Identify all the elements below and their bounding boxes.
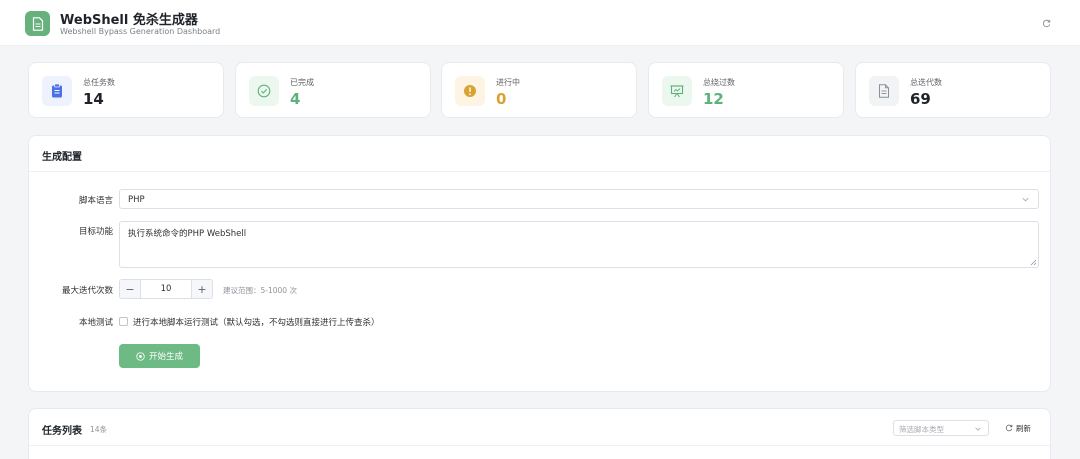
filter-placeholder: 筛选脚本类型 [899, 425, 944, 434]
decrement-button[interactable]: − [120, 280, 141, 298]
stat-value: 14 [83, 90, 104, 108]
iterations-value[interactable]: 10 [141, 284, 191, 294]
local-test-text[interactable]: 进行本地脚本运行测试（默认勾选，不勾选则直接进行上传查杀） [133, 316, 380, 328]
stat-label: 总绕过数 [703, 78, 735, 87]
script-type-filter[interactable]: 筛选脚本类型 [893, 420, 989, 436]
language-select[interactable]: PHP [119, 189, 1039, 209]
language-label: 脚本语言 [78, 196, 113, 206]
document-icon [879, 84, 889, 98]
refresh-icon [1005, 424, 1013, 432]
stat-icon-box [42, 76, 72, 106]
iterations-stepper[interactable]: − 10 + [119, 279, 213, 299]
resize-grip-icon[interactable] [1030, 259, 1037, 266]
config-header: 生成配置 [29, 136, 1050, 172]
stat-icon-box [662, 76, 692, 106]
stat-label: 已完成 [290, 78, 314, 87]
iterations-label: 最大迭代次数 [61, 286, 113, 296]
generation-config-panel: 生成配置 脚本语言 PHP 目标功能 执行系统命令的PHP WebShell 最… [28, 135, 1051, 392]
stat-card-total-tasks: 总任务数 14 [28, 62, 224, 118]
stat-icon-box [249, 76, 279, 106]
task-list-panel: 任务列表 14条 筛选脚本类型 刷新 [28, 408, 1051, 459]
task-list-header: 任务列表 14条 筛选脚本类型 刷新 [29, 409, 1050, 446]
app-header: WebShell 免杀生成器 Webshell Bypass Generatio… [0, 0, 1080, 46]
app-title: WebShell 免杀生成器 [60, 13, 198, 28]
presentation-icon [670, 85, 684, 98]
stat-card-total-iterations: 总迭代数 69 [855, 62, 1051, 118]
increment-button[interactable]: + [191, 280, 212, 298]
stat-label: 总任务数 [83, 78, 115, 87]
app-logo [25, 11, 50, 36]
stat-card-total-bypass: 总绕过数 12 [648, 62, 844, 118]
function-label: 目标功能 [78, 227, 113, 237]
task-refresh-button[interactable]: 刷新 [1005, 421, 1031, 435]
config-title: 生成配置 [42, 152, 82, 163]
stat-label: 总迭代数 [910, 78, 942, 87]
app-subtitle: Webshell Bypass Generation Dashboard [60, 27, 221, 36]
play-circle-icon [136, 351, 145, 361]
language-value: PHP [128, 195, 145, 205]
stat-value: 12 [703, 90, 724, 108]
start-generate-label: 开始生成 [148, 352, 183, 362]
refresh-label: 刷新 [1016, 423, 1031, 433]
clipboard-icon [52, 84, 62, 98]
function-textarea[interactable]: 执行系统命令的PHP WebShell [119, 221, 1039, 268]
stat-value: 69 [910, 90, 931, 108]
stat-value: 0 [496, 90, 507, 108]
check-circle-icon [257, 84, 271, 98]
local-test-checkbox[interactable] [119, 317, 128, 326]
task-list-title: 任务列表 [42, 426, 82, 437]
refresh-icon [1042, 19, 1050, 27]
stats-row: 总任务数 14 已完成 4 进行中 0 总绕过数 12 总迭代数 69 [28, 62, 1051, 118]
stat-value: 4 [290, 90, 301, 108]
header-refresh-button[interactable] [1038, 16, 1054, 30]
document-icon [32, 16, 43, 31]
function-value: 执行系统命令的PHP WebShell [128, 229, 247, 239]
start-generate-button[interactable]: 开始生成 [119, 344, 200, 368]
stat-card-in-progress: 进行中 0 [441, 62, 637, 118]
local-test-label: 本地测试 [78, 318, 113, 328]
stat-icon-box [869, 76, 899, 106]
stat-card-completed: 已完成 4 [235, 62, 431, 118]
chevron-down-icon [1022, 197, 1029, 202]
stat-label: 进行中 [496, 78, 520, 87]
task-count: 14条 [90, 425, 108, 434]
chevron-down-icon [975, 427, 981, 431]
iterations-hint: 建议范围：5-1000 次 [223, 286, 297, 295]
warning-circle-icon [464, 85, 476, 97]
stat-icon-box [455, 76, 485, 106]
